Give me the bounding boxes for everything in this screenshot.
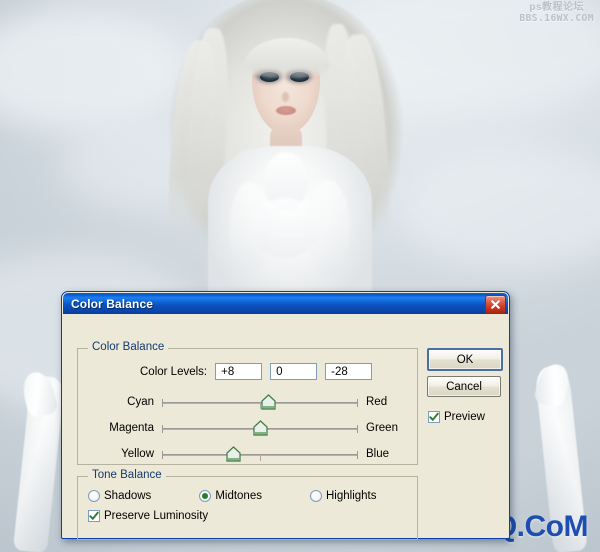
radio-indicator [309,490,322,502]
slider-label-green: Green [366,422,398,434]
color-levels-row: Color Levels: +8 0 -28 [78,363,417,380]
slider-label-cyan: Cyan [127,396,154,408]
tick-left [162,425,163,433]
radio-label-highlights: Highlights [325,490,377,502]
slider-row-yellow-blue: Yellow Blue [78,443,417,465]
slider-thumb-yellow-blue[interactable] [225,446,241,462]
color-level-green-input[interactable]: 0 [270,363,318,380]
radio-midtones[interactable]: Midtones [199,490,262,502]
preserve-luminosity-label: Preserve Luminosity [104,510,209,522]
tone-balance-group-legend: Tone Balance [88,469,166,481]
color-balance-group-legend: Color Balance [88,341,169,353]
slider-thumb-magenta-green[interactable] [253,420,268,436]
ok-button[interactable]: OK [427,348,503,371]
slider-track-magenta-green[interactable] [162,420,358,436]
color-level-blue-input[interactable]: -28 [325,363,373,380]
slider-label-yellow: Yellow [121,448,154,460]
slider-track-yellow-blue[interactable] [162,446,358,462]
radio-indicator [88,490,100,502]
tone-balance-radio-row: Shadows Midtones Highlights [78,490,417,502]
radio-highlights[interactable]: Highlights [309,490,377,502]
color-balance-group: Color Balance Color Levels: +8 0 -28 Cya… [77,341,418,465]
slider-track-cyan-red[interactable] [162,394,358,410]
slider-label-red: Red [366,396,388,408]
slider-row-cyan-red: Cyan Red [78,391,417,413]
color-levels-label: Color Levels: [140,365,208,378]
dialog-title: Color Balance [71,296,153,311]
dialog-titlebar[interactable]: Color Balance [63,293,508,314]
tick-right [357,425,358,433]
watermark-top-line1: ps教程论坛 [529,2,585,13]
slider-label-magenta: Magenta [109,422,154,434]
tone-balance-group: Tone Balance Shadows Midtones Highlights [77,469,418,540]
color-balance-dialog: Color Balance Color Balance Color Levels… [61,291,510,540]
slider-label-blue: Blue [366,448,390,460]
close-button[interactable] [485,295,506,314]
watermark-top-line2: BBS.16WX.COM [519,12,594,24]
dialog-body: Color Balance Color Levels: +8 0 -28 Cya… [65,314,506,540]
radio-indicator [199,490,212,502]
slider-row-magenta-green: Magenta Green [78,417,417,439]
tick-left [162,451,163,459]
preview-label: Preview [444,411,485,423]
preserve-luminosity-checkbox[interactable]: Preserve Luminosity [88,510,208,522]
tick-right [357,451,358,459]
close-icon [490,299,501,310]
color-level-red-input[interactable]: +8 [215,363,263,380]
radio-shadows[interactable]: Shadows [88,490,151,502]
tick-right [357,399,358,407]
checkbox-indicator [428,411,440,423]
cancel-button[interactable]: Cancel [427,376,501,397]
preview-checkbox[interactable]: Preview [428,411,485,423]
watermark-top: ps教程论坛 BBS.16WX.COM [519,2,594,24]
checkbox-indicator [88,510,100,522]
tick-center [260,456,261,461]
radio-label-shadows: Shadows [104,490,152,502]
slider-thumb-cyan-red[interactable] [261,394,276,410]
tick-left [162,399,163,407]
radio-label-midtones: Midtones [215,490,262,502]
